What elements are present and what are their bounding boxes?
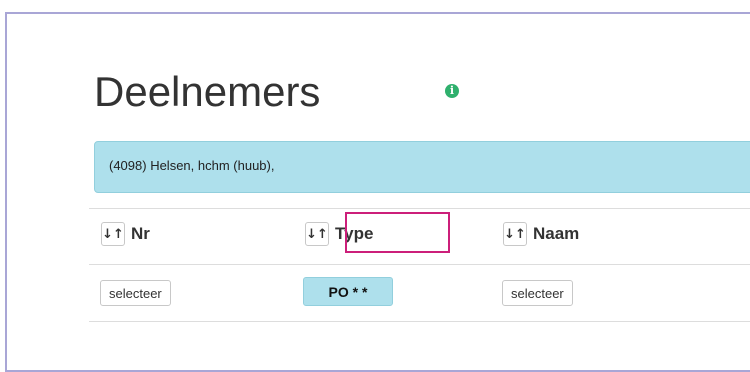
type-column-highlight (345, 212, 450, 253)
alert-text: (4098) Helsen, hchm (huub), (109, 158, 275, 173)
table-top-divider (89, 208, 750, 209)
page-title: Deelnemers (94, 68, 321, 115)
type-po-button[interactable]: PO * * (303, 277, 393, 306)
participant-alert: (4098) Helsen, hchm (huub), (94, 141, 750, 193)
select-nr-button[interactable]: selecteer (100, 280, 171, 306)
row-divider (89, 321, 750, 322)
sort-icon[interactable]: ↓↑ (101, 222, 125, 246)
column-header-nr[interactable]: ↓↑ Nr (101, 219, 150, 249)
select-naam-button[interactable]: selecteer (502, 280, 573, 306)
sort-icon[interactable]: ↓↑ (305, 222, 329, 246)
sort-icon[interactable]: ↓↑ (503, 222, 527, 246)
header-divider (89, 264, 750, 265)
column-label-naam: Naam (533, 224, 580, 243)
column-header-naam[interactable]: ↓↑ Naam (503, 219, 579, 249)
info-icon[interactable]: i (445, 84, 459, 98)
column-label-nr: Nr (131, 224, 150, 243)
